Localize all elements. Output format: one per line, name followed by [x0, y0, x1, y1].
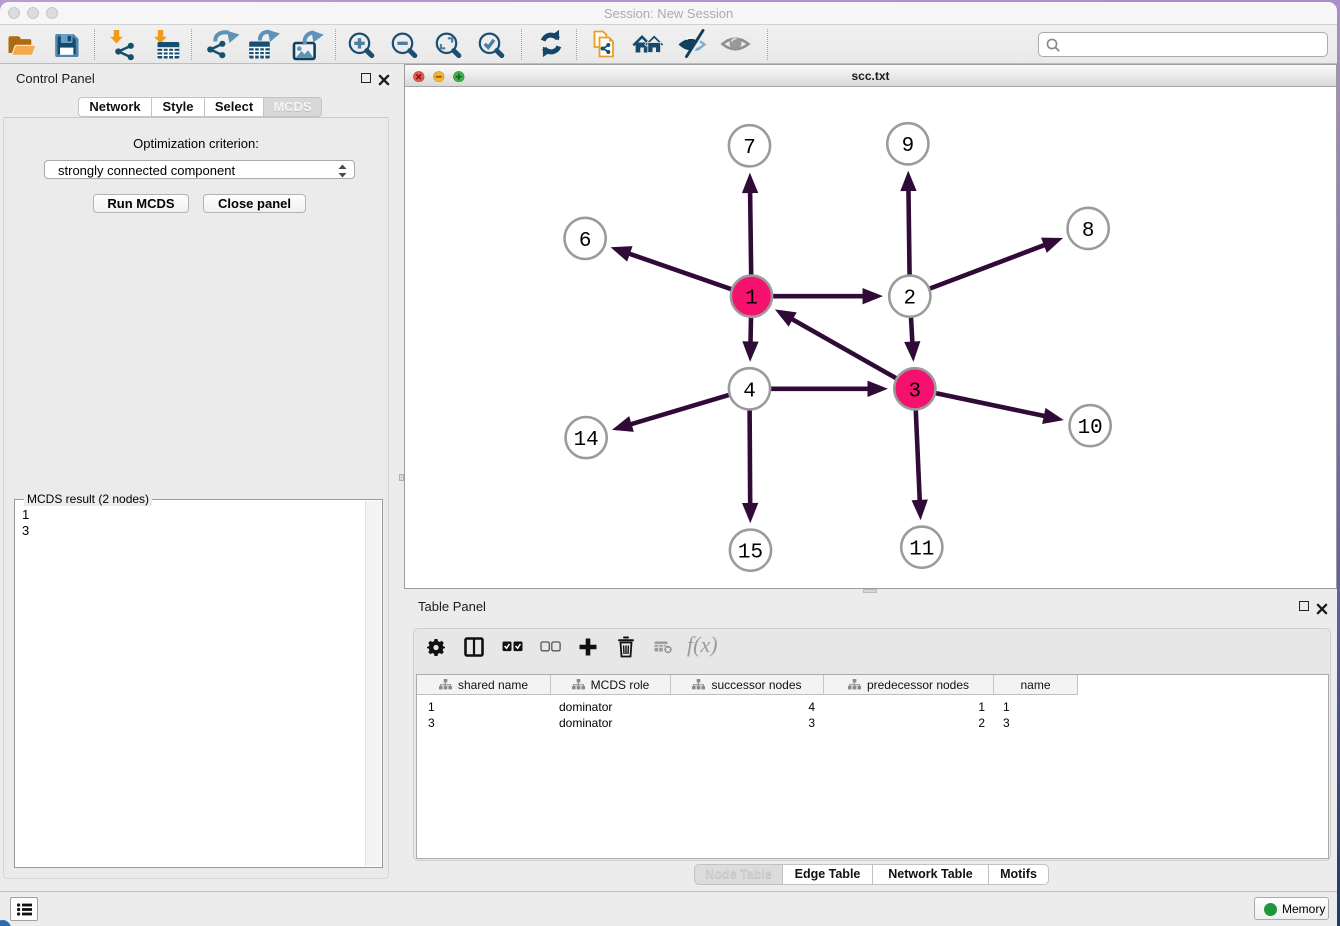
- svg-text:11: 11: [909, 539, 934, 562]
- svg-text:2: 2: [904, 288, 917, 311]
- svg-text:3: 3: [909, 380, 922, 403]
- svg-text:4: 4: [743, 380, 756, 403]
- svg-text:1: 1: [745, 288, 758, 311]
- svg-text:15: 15: [738, 542, 763, 565]
- svg-text:14: 14: [574, 429, 599, 452]
- svg-text:8: 8: [1082, 220, 1095, 243]
- svg-text:6: 6: [579, 230, 592, 253]
- svg-text:10: 10: [1078, 417, 1103, 440]
- svg-text:7: 7: [743, 137, 756, 160]
- svg-text:9: 9: [902, 135, 915, 158]
